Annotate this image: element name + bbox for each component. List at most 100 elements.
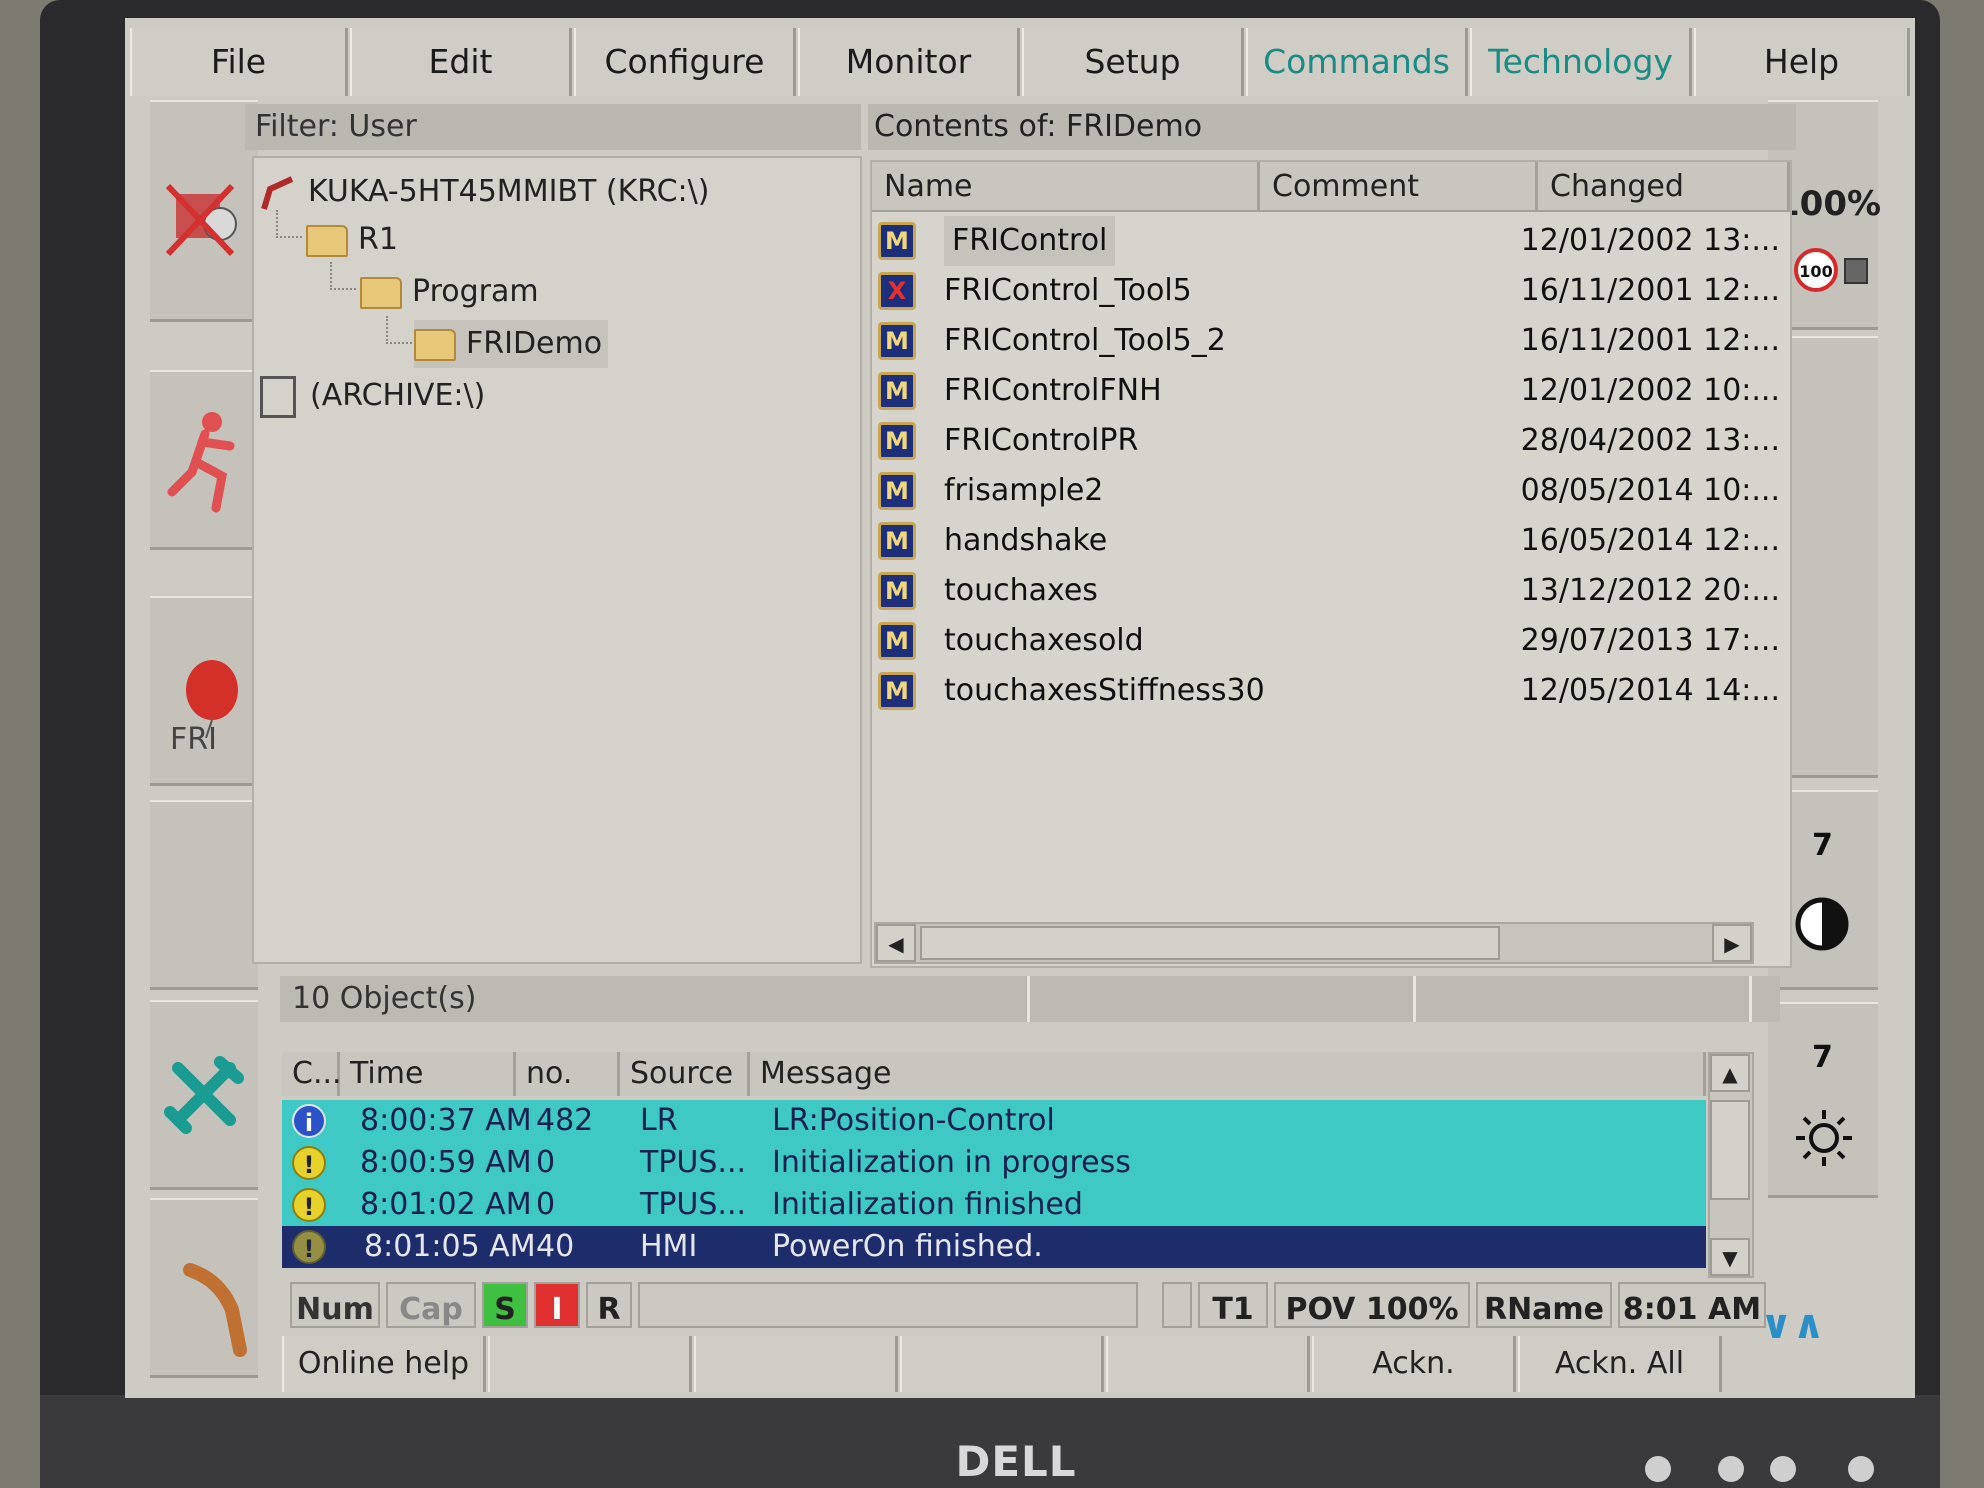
column-category[interactable]: C... (282, 1052, 342, 1096)
module-icon: M (878, 372, 916, 410)
cap-indicator: Cap (386, 1282, 476, 1328)
tree-item-label: Program (412, 274, 539, 309)
softkey-empty[interactable] (900, 1336, 1104, 1392)
file-row[interactable]: M FRIControl 12/01/2002 13:... (872, 216, 1790, 266)
setup-tools-button[interactable] (150, 1000, 258, 1190)
softkey-online-help[interactable]: Online help (282, 1336, 486, 1392)
scroll-right-icon[interactable]: ▶ (1712, 924, 1752, 962)
tools-icon (164, 1056, 244, 1134)
vertical-scrollbar[interactable]: ▲ ▼ (1708, 1052, 1754, 1278)
column-message[interactable]: Message (750, 1052, 1706, 1096)
softkey-ackn-all[interactable]: Ackn. All (1518, 1336, 1722, 1392)
column-source[interactable]: Source (620, 1052, 750, 1096)
tree-item-r1[interactable]: R1 (306, 216, 398, 264)
menu-setup[interactable]: Setup (1022, 28, 1244, 96)
file-name: FRIControl (944, 216, 1116, 266)
balloon-icon (186, 660, 238, 739)
message-text: PowerOn finished. (772, 1229, 1043, 1264)
message-time: 8:00:59 AM (360, 1145, 532, 1180)
scroll-thumb[interactable] (920, 926, 1500, 960)
file-row[interactable]: M touchaxes 13/12/2012 20:... (872, 566, 1790, 616)
message-row[interactable]: ! 8:00:59 AM 0 TPUS... Initialization in… (282, 1142, 1706, 1184)
module-icon: M (878, 622, 916, 660)
file-row[interactable]: M touchaxesold 29/07/2013 17:... (872, 616, 1790, 666)
file-name: FRIControlPR (944, 423, 1139, 458)
module-error-icon: X (878, 272, 916, 310)
operating-mode: T1 (1198, 1282, 1268, 1328)
menu-technology[interactable]: Technology (1470, 28, 1692, 96)
robot-status-button[interactable] (150, 100, 258, 322)
file-name: handshake (944, 523, 1108, 558)
menu-edit[interactable]: Edit (350, 28, 572, 96)
tree-item-archive[interactable]: (ARCHIVE:\) (260, 372, 485, 420)
tree-root[interactable]: KUKA-5HT45MMIBT (KRC:\) (258, 168, 709, 216)
status-spacer (638, 1282, 1138, 1328)
scroll-left-icon[interactable]: ◀ (876, 924, 916, 962)
menu-help[interactable]: Help (1694, 28, 1910, 96)
robot-stop-icon (165, 183, 237, 257)
folder-open-icon (414, 328, 456, 361)
status-line: Num Cap S I R T1 POV 100% RName 8:01 AM (282, 1282, 1782, 1334)
file-changed: 16/05/2014 12:... (1520, 523, 1780, 558)
menu-monitor[interactable]: Monitor (798, 28, 1020, 96)
warning-icon: ! (292, 1146, 326, 1180)
message-source: TPUS... (640, 1145, 747, 1180)
file-row[interactable]: M FRIControlPR 28/04/2002 13:... (872, 416, 1790, 466)
drives-indicator: I (534, 1282, 580, 1328)
file-row[interactable]: M FRIControl_Tool5_2 16/11/2001 12:... (872, 316, 1790, 366)
message-row-selected[interactable]: ! 8:01:05 AM 40 HMI PowerOn finished. (282, 1226, 1706, 1268)
message-time: 8:01:05 AM (364, 1229, 536, 1264)
monitor-button[interactable] (1718, 1456, 1744, 1482)
softkey-empty[interactable] (694, 1336, 898, 1392)
message-text: Initialization in progress (772, 1145, 1131, 1180)
power-button-icon[interactable] (1848, 1456, 1874, 1482)
file-changed: 08/05/2014 10:... (1520, 473, 1780, 508)
column-changed[interactable]: Changed (1538, 162, 1790, 212)
left-empty-button[interactable] (150, 800, 258, 990)
tree-item-fridemo[interactable]: FRIDemo (414, 320, 609, 368)
robot-arm-button[interactable] (150, 1198, 258, 1378)
monitor-button[interactable] (1645, 1456, 1671, 1482)
file-row[interactable]: M handshake 16/05/2014 12:... (872, 516, 1790, 566)
column-time[interactable]: Time (340, 1052, 516, 1096)
robot-name: RName (1476, 1282, 1612, 1328)
horizontal-scrollbar[interactable]: ◀ ▶ (874, 922, 1754, 964)
message-source: HMI (640, 1229, 698, 1264)
tree-item-program[interactable]: Program (360, 268, 539, 316)
message-no: 0 (536, 1145, 556, 1180)
object-status-bar: 10 Object(s) (280, 976, 1780, 1022)
file-changed: 16/11/2001 12:... (1520, 323, 1780, 358)
contrast-value: 7 (1812, 828, 1833, 863)
num-indicator: Num (290, 1282, 380, 1328)
scroll-thumb[interactable] (1710, 1100, 1750, 1200)
brightness-button[interactable]: 7 (1768, 1002, 1878, 1198)
menu-file[interactable]: File (130, 28, 348, 96)
scroll-up-icon[interactable]: ▲ (1710, 1054, 1750, 1092)
warning-icon: ! (292, 1230, 326, 1264)
file-row[interactable]: M frisample2 08/05/2014 10:... (872, 466, 1790, 516)
message-row[interactable]: i 8:00:37 AM 482 LR LR:Position-Control (282, 1100, 1706, 1142)
file-row[interactable]: M FRIControlFNH 12/01/2002 10:... (872, 366, 1790, 416)
status-segment (1036, 976, 1416, 1022)
robot-arm-icon (183, 1263, 247, 1357)
file-row[interactable]: M touchaxesStiffness30 12/05/2014 14:... (872, 666, 1790, 716)
column-no[interactable]: no. (516, 1052, 620, 1096)
directory-tree: KUKA-5HT45MMIBT (KRC:\) R1 Program FRIDe… (252, 156, 862, 964)
column-comment[interactable]: Comment (1260, 162, 1538, 212)
scroll-down-icon[interactable]: ▼ (1710, 1238, 1750, 1276)
monitor-button[interactable] (1770, 1456, 1796, 1482)
running-man-icon (167, 412, 235, 513)
file-changed: 12/01/2002 10:... (1520, 373, 1780, 408)
message-row[interactable]: ! 8:01:02 AM 0 TPUS... Initialization fi… (282, 1184, 1706, 1226)
file-row[interactable]: X FRIControl_Tool5 16/11/2001 12:... (872, 266, 1790, 316)
fri-button[interactable]: FRI (150, 596, 258, 786)
tree-connector (330, 262, 356, 290)
softkey-empty[interactable] (1106, 1336, 1310, 1392)
softkey-empty[interactable] (488, 1336, 692, 1392)
softkey-ackn[interactable]: Ackn. (1312, 1336, 1516, 1392)
menu-configure[interactable]: Configure (574, 28, 796, 96)
folder-icon (306, 224, 348, 257)
run-mode-button[interactable] (150, 370, 258, 550)
column-name[interactable]: Name (872, 162, 1260, 212)
menu-commands[interactable]: Commands (1246, 28, 1468, 96)
